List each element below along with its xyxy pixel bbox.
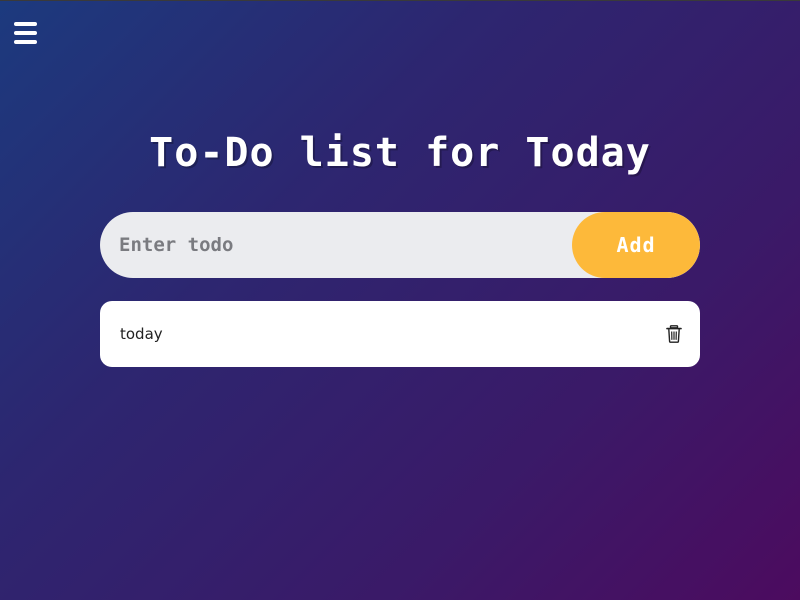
todo-list: today: [100, 301, 700, 367]
add-button[interactable]: Add: [572, 212, 700, 278]
todo-item: today: [100, 301, 700, 367]
window-top-border: [0, 0, 800, 1]
trash-icon-graphic: [666, 325, 682, 343]
menu-bar-top: [14, 22, 37, 26]
todo-input[interactable]: [100, 212, 572, 278]
menu-bar-middle: [14, 31, 37, 35]
todo-text: today: [120, 325, 163, 343]
hamburger-menu-icon[interactable]: [14, 22, 37, 44]
page-title: To-Do list for Today: [149, 129, 651, 176]
menu-bar-bottom: [14, 40, 37, 44]
todo-form: Add: [100, 212, 700, 278]
trash-icon[interactable]: [666, 325, 682, 343]
